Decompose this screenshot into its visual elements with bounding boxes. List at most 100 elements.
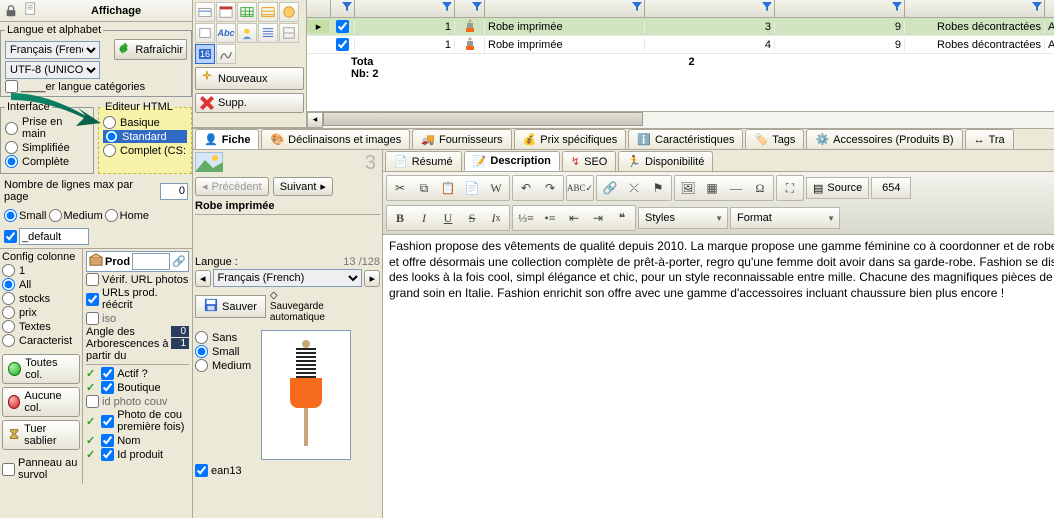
tool-icon-9[interactable] [258, 23, 278, 43]
size-small-radio[interactable] [4, 209, 17, 222]
underline-button[interactable]: U [436, 207, 460, 229]
tab-declinaisons[interactable]: 🎨Déclinaisons et images [261, 129, 410, 149]
imgsize-small-radio[interactable] [195, 345, 208, 358]
paste-word-button[interactable]: W [484, 177, 508, 199]
row-check[interactable] [336, 20, 349, 33]
funnel-icon[interactable] [342, 2, 352, 12]
refresh-button[interactable]: Rafraîchir [114, 39, 187, 60]
lang-next-button[interactable]: ▸ [364, 270, 380, 287]
tab-tags[interactable]: 🏷️Tags [745, 129, 804, 149]
funnel-icon[interactable] [442, 2, 452, 12]
lang-categories-check[interactable] [5, 80, 18, 93]
tab-fournisseurs[interactable]: 🚚Fournisseurs [412, 129, 511, 149]
bullist-button[interactable]: •≡ [538, 207, 562, 229]
cfg-all-radio[interactable] [2, 278, 15, 291]
tab-tra[interactable]: ↔Tra [965, 129, 1014, 149]
supp-button[interactable]: Supp. [195, 93, 304, 113]
actif-check[interactable] [101, 367, 114, 380]
ean13-check[interactable] [195, 464, 208, 477]
unlink-button[interactable]: ⤫ [622, 177, 646, 199]
tool-icon-7[interactable]: Abc [216, 23, 236, 43]
tool-icon-11[interactable] [216, 44, 236, 64]
default-input[interactable] [19, 228, 89, 245]
special-button[interactable]: Ω [748, 177, 772, 199]
imgsize-sans-radio[interactable] [195, 331, 208, 344]
maxlines-input[interactable] [160, 183, 188, 200]
tab-carac[interactable]: ℹ️Caractéristiques [628, 129, 743, 149]
subtab-resume[interactable]: 📄Résumé [385, 151, 462, 171]
tool-icon-3[interactable] [237, 2, 257, 22]
next-button[interactable]: Suivant▸ [273, 177, 333, 196]
iface-complete-radio[interactable] [5, 155, 18, 168]
tab-prix[interactable]: 💰Prix spécifiques [514, 129, 627, 149]
source-button[interactable]: ▤Source [806, 177, 869, 199]
grid-hscroll[interactable]: ◂ ▸ [307, 111, 1054, 127]
table-button[interactable]: ▦ [700, 177, 724, 199]
urls-reecrit-check[interactable] [86, 293, 99, 306]
anchor-button[interactable]: ⚑ [646, 177, 670, 199]
paste-text-button[interactable]: 📄 [460, 177, 484, 199]
tool-icon-8[interactable] [237, 23, 257, 43]
link-button[interactable]: 🔗 [598, 177, 622, 199]
save-button[interactable]: Sauver [195, 295, 266, 318]
lang-prev-button[interactable]: ◂ [195, 270, 211, 287]
tuer-sablier-button[interactable]: Tuer sablier [2, 420, 80, 450]
tool-icon-2[interactable] [216, 2, 236, 22]
funnel-icon[interactable] [1032, 2, 1042, 12]
table-row[interactable]: 1 Robe imprimée 4 9 Robes décontractées … [307, 36, 1054, 54]
iface-prise-radio[interactable] [5, 122, 18, 135]
nom-check[interactable] [101, 434, 114, 447]
detail-lang-select[interactable]: Français (French) [213, 269, 363, 287]
panneau-check[interactable] [2, 463, 15, 476]
bold-button[interactable]: B [388, 207, 412, 229]
cut-button[interactable]: ✂ [388, 177, 412, 199]
maximize-button[interactable]: ⛶ [778, 177, 802, 199]
cfg-carac-radio[interactable] [2, 334, 15, 347]
outdent-button[interactable]: ⇤ [562, 207, 586, 229]
hr-button[interactable]: — [724, 177, 748, 199]
redo-button[interactable]: ↷ [538, 177, 562, 199]
aucune-col-button[interactable]: Aucune col. [2, 387, 80, 417]
prev-button[interactable]: ◂Précédent [195, 177, 269, 196]
language-select[interactable]: Français (Frenc [5, 41, 100, 59]
tool-icon-4[interactable] [258, 2, 278, 22]
scroll-left-icon[interactable]: ◂ [307, 112, 323, 128]
boutique-check[interactable] [101, 381, 114, 394]
table-row[interactable]: ▸ 1 Robe imprimée 3 9 Robes décontractée… [307, 18, 1054, 36]
indent-button[interactable]: ⇥ [586, 207, 610, 229]
subtab-dispo[interactable]: 🏃Disponibilité [618, 151, 713, 171]
funnel-icon[interactable] [892, 2, 902, 12]
iso-check[interactable] [86, 312, 99, 325]
scroll-thumb[interactable] [323, 112, 643, 126]
verif-url-check[interactable] [86, 273, 99, 286]
encoding-select[interactable]: UTF-8 (UNICOD [5, 61, 100, 79]
idphoto-check[interactable] [86, 395, 99, 408]
tab-fiche[interactable]: 👤Fiche [195, 129, 259, 149]
editor-standard-radio[interactable] [105, 130, 118, 143]
iface-simpl-radio[interactable] [5, 141, 18, 154]
tab-accessoires[interactable]: ⚙️Accessoires (Produits B) [806, 129, 962, 149]
tool-icon-5[interactable] [279, 2, 299, 22]
removeformat-button[interactable]: Ix [484, 207, 508, 229]
numlist-button[interactable]: ⅓≡ [514, 207, 538, 229]
default-check[interactable] [4, 230, 17, 243]
subtab-description[interactable]: 📝Description [464, 151, 560, 171]
size-home-radio[interactable] [105, 209, 118, 222]
nouveaux-button[interactable]: Nouveaux [195, 67, 304, 90]
undo-button[interactable]: ↶ [514, 177, 538, 199]
config-search-input[interactable] [132, 253, 170, 270]
photocou-check[interactable] [101, 415, 114, 428]
strike-button[interactable]: S [460, 207, 484, 229]
row-check[interactable] [336, 38, 349, 51]
size-medium-radio[interactable] [49, 209, 62, 222]
cfg-1-radio[interactable] [2, 264, 15, 277]
idprod-check[interactable] [101, 448, 114, 461]
funnel-icon[interactable] [632, 2, 642, 12]
funnel-icon[interactable] [472, 2, 482, 12]
copy-button[interactable]: ⧉ [412, 177, 436, 199]
styles-select[interactable]: Styles [638, 207, 728, 229]
blockquote-button[interactable]: ❝ [610, 207, 634, 229]
toutes-col-button[interactable]: Toutes col. [2, 354, 80, 384]
tool-icon-10[interactable] [279, 23, 299, 43]
tool-icon-6[interactable] [195, 23, 215, 43]
